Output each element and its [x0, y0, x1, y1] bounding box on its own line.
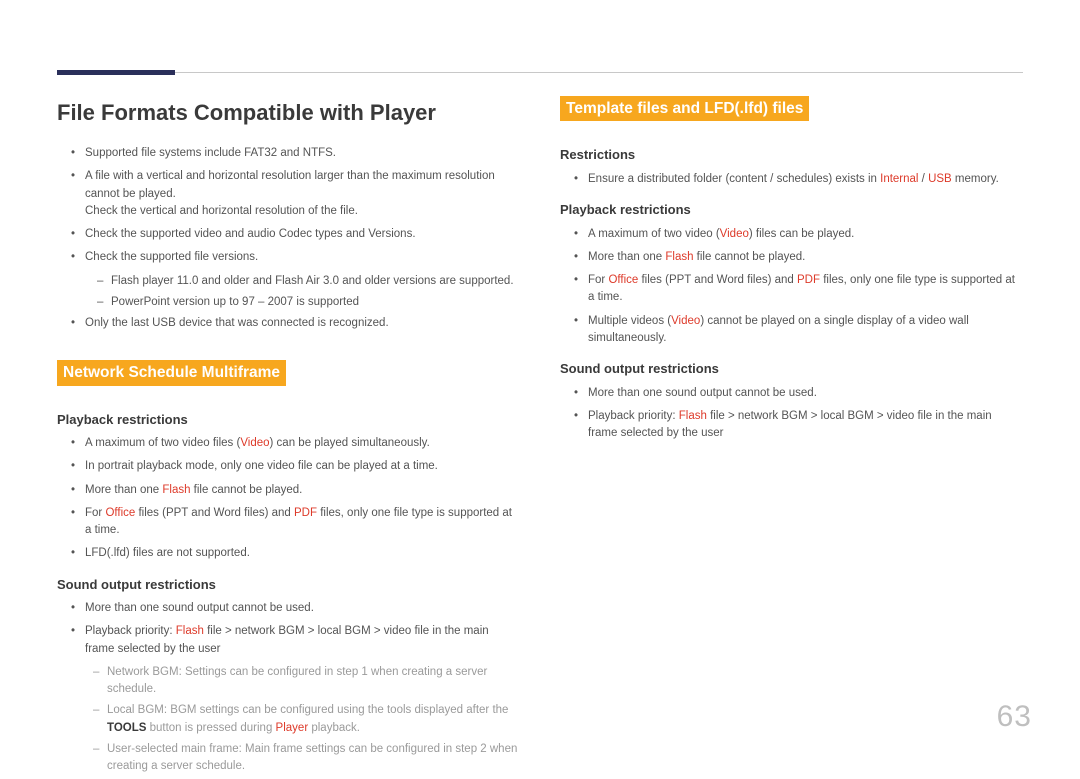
tpl-so-list: More than one sound output cannot be use…	[560, 385, 1023, 443]
tpl-rest-list: Ensure a distributed folder (content / s…	[560, 171, 1023, 188]
left-column: File Formats Compatible with Player Supp…	[57, 96, 520, 779]
nsm-so-dash-list: Network BGM: Settings can be configured …	[57, 664, 520, 776]
list-item: Ensure a distributed folder (content / s…	[570, 171, 1023, 188]
list-item: Check the supported file versions.	[67, 249, 520, 266]
list-item: For Office files (PPT and Word files) an…	[570, 272, 1023, 307]
list-item: Check the supported video and audio Code…	[67, 226, 520, 243]
intro-list: Supported file systems include FAT32 and…	[57, 145, 520, 332]
list-item: A maximum of two video (Video) files can…	[570, 226, 1023, 243]
list-item: User-selected main frame: Main frame set…	[91, 741, 520, 776]
list-item: More than one sound output cannot be use…	[570, 385, 1023, 402]
nsm-pb-list: A maximum of two video files (Video) can…	[57, 435, 520, 563]
tpl-pb-heading: Playback restrictions	[560, 200, 1023, 220]
list-item: Playback priority: Flash file > network …	[570, 408, 1023, 443]
list-item: Flash player 11.0 and older and Flash Ai…	[95, 273, 520, 290]
list-item: More than one Flash file cannot be playe…	[570, 249, 1023, 266]
list-item: More than one sound output cannot be use…	[67, 600, 520, 617]
list-item: Multiple videos (Video) cannot be played…	[570, 313, 1023, 348]
list-item: Playback priority: Flash file > network …	[67, 623, 520, 658]
nsm-pb-heading: Playback restrictions	[57, 410, 520, 430]
list-item: Supported file systems include FAT32 and…	[67, 145, 520, 162]
list-item: LFD(.lfd) files are not supported.	[67, 545, 520, 562]
dash-list: Flash player 11.0 and older and Flash Ai…	[67, 273, 520, 312]
list-item: A file with a vertical and horizontal re…	[67, 168, 520, 220]
nsm-so-list: More than one sound output cannot be use…	[57, 600, 520, 658]
tpl-rest-heading: Restrictions	[560, 145, 1023, 165]
nsm-so-heading: Sound output restrictions	[57, 575, 520, 595]
page-number: 63	[997, 694, 1032, 739]
list-item: PowerPoint version up to 97 – 2007 is su…	[95, 294, 520, 311]
nsm-heading: Network Schedule Multiframe	[57, 360, 286, 385]
list-item: For Office files (PPT and Word files) an…	[67, 505, 520, 540]
list-item: A maximum of two video files (Video) can…	[67, 435, 520, 452]
list-item: In portrait playback mode, only one vide…	[67, 458, 520, 475]
header-rule	[57, 72, 1023, 73]
header-rule-accent	[57, 70, 175, 75]
page-title: File Formats Compatible with Player	[57, 96, 520, 129]
list-item: Local BGM: BGM settings can be configure…	[91, 702, 520, 737]
list-item: Network BGM: Settings can be configured …	[91, 664, 520, 699]
page-content: File Formats Compatible with Player Supp…	[57, 96, 1023, 779]
right-column: Template files and LFD(.lfd) files Restr…	[560, 96, 1023, 779]
list-item: Only the last USB device that was connec…	[67, 315, 520, 332]
tpl-heading: Template files and LFD(.lfd) files	[560, 96, 809, 121]
tpl-so-heading: Sound output restrictions	[560, 359, 1023, 379]
list-item: More than one Flash file cannot be playe…	[67, 482, 520, 499]
tpl-pb-list: A maximum of two video (Video) files can…	[560, 226, 1023, 348]
